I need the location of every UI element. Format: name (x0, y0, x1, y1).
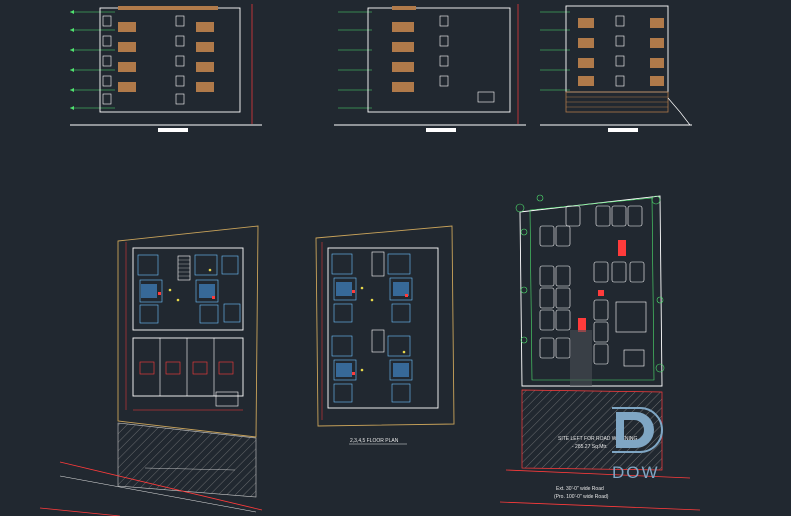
floor-plan-title: 2,3,4,5 FLOOR PLAN (350, 438, 399, 444)
cad-drawing-canvas[interactable]: 2,3,4,5 FLOOR PLAN SITE LEFT FOR ROAD WI… (0, 0, 791, 516)
logo-text: DOW (612, 463, 660, 482)
site-left-area: - 285.27 Sq.Mtr. (572, 444, 608, 450)
site-parking-plan: SITE LEFT FOR ROAD WIDENING - 285.27 Sq.… (499, 194, 701, 511)
elevation-rear (540, 5, 692, 132)
elevation-side (334, 4, 526, 132)
elevation-front (70, 4, 262, 132)
floor-plan-ground (39, 225, 263, 516)
road-label-existing: Ext. 30'-0" wide Road (556, 486, 604, 492)
floor-plan-typical: 2,3,4,5 FLOOR PLAN (315, 225, 455, 445)
road-label-proposed: (Pro. 100'-0" wide Road) (554, 494, 609, 500)
